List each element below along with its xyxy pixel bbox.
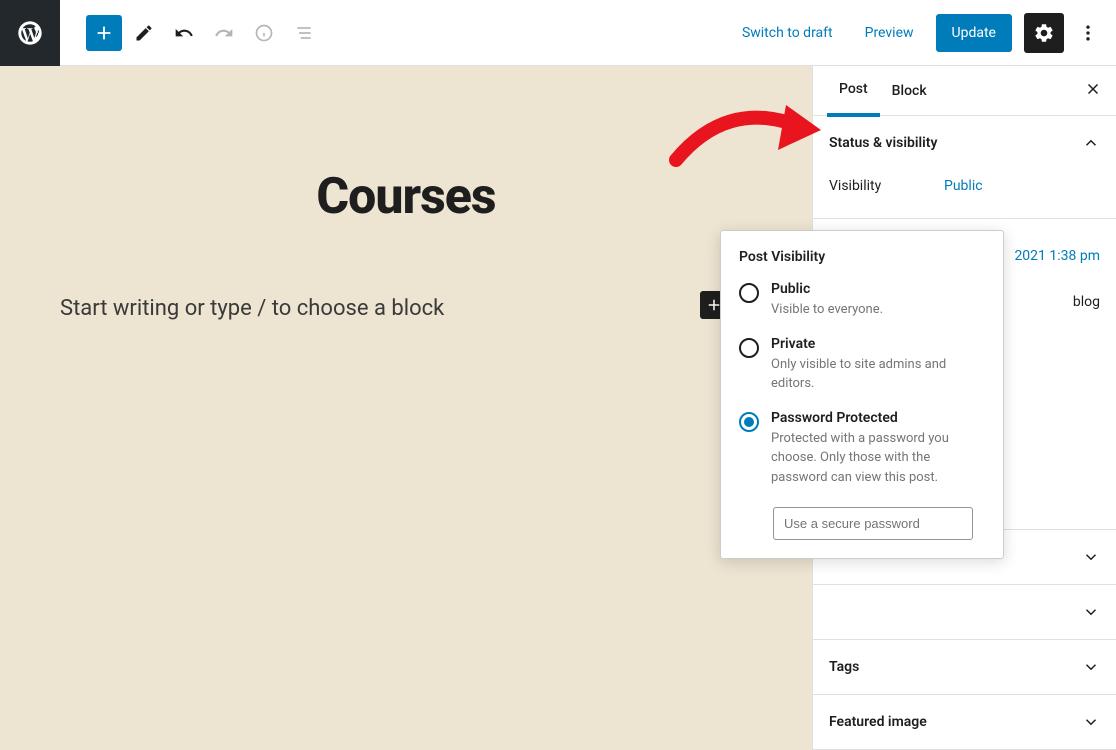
radio-public[interactable]: [739, 283, 759, 303]
tab-post[interactable]: Post: [827, 66, 880, 117]
option-desc: Only visible to site admins and editors.: [771, 355, 985, 394]
panel-title: Featured image: [829, 714, 927, 730]
option-label: Private: [771, 336, 985, 352]
visibility-option-private[interactable]: Private Only visible to site admins and …: [739, 336, 985, 394]
status-visibility-header[interactable]: Status & visibility: [813, 116, 1116, 170]
visibility-value[interactable]: Public: [944, 178, 983, 194]
tags-panel-header[interactable]: Tags: [813, 640, 1116, 694]
option-label: Password Protected: [771, 410, 985, 426]
close-sidebar-button[interactable]: [1084, 80, 1102, 102]
chevron-down-icon: [1082, 713, 1100, 731]
editor-canvas[interactable]: Courses Start writing or type / to choos…: [0, 66, 812, 750]
add-block-button[interactable]: [86, 15, 122, 51]
redo-icon: [206, 15, 242, 51]
top-toolbar: Switch to draft Preview Update: [0, 0, 1116, 66]
visibility-option-password[interactable]: Password Protected Protected with a pass…: [739, 410, 985, 488]
visibility-option-public[interactable]: Public Visible to everyone.: [739, 281, 985, 320]
radio-password-protected[interactable]: [739, 412, 759, 432]
update-button[interactable]: Update: [936, 14, 1012, 52]
panel-title: Status & visibility: [829, 135, 937, 151]
publish-date-value[interactable]: 2021 1:38 pm: [1014, 248, 1100, 264]
undo-icon[interactable]: [166, 15, 202, 51]
popover-title: Post Visibility: [739, 249, 985, 265]
option-desc: Protected with a password you choose. On…: [771, 429, 985, 488]
status-visibility-panel: Status & visibility Visibility Public: [813, 116, 1116, 219]
tab-block[interactable]: Block: [880, 67, 939, 115]
panel-title: Tags: [829, 659, 859, 675]
featured-image-panel-header[interactable]: Featured image: [813, 695, 1116, 749]
password-input[interactable]: [773, 507, 973, 540]
option-label: Public: [771, 281, 985, 297]
chevron-up-icon: [1082, 134, 1100, 152]
post-visibility-popover: Post Visibility Public Visible to everyo…: [720, 230, 1004, 559]
outline-icon[interactable]: [286, 15, 322, 51]
visibility-label: Visibility: [829, 178, 944, 194]
chevron-down-icon: [1082, 658, 1100, 676]
page-title[interactable]: Courses: [60, 168, 752, 226]
wordpress-logo[interactable]: [0, 0, 60, 66]
more-options-button[interactable]: [1076, 15, 1100, 51]
post-format-value: blog: [1073, 294, 1100, 310]
info-icon[interactable]: [246, 15, 282, 51]
block-placeholder[interactable]: Start writing or type / to choose a bloc…: [60, 296, 752, 321]
chevron-down-icon: [1082, 548, 1100, 566]
preview-button[interactable]: Preview: [855, 17, 924, 49]
edit-icon[interactable]: [126, 15, 162, 51]
option-desc: Visible to everyone.: [771, 300, 985, 320]
panel-collapsed-2[interactable]: [813, 585, 1116, 639]
settings-button[interactable]: [1024, 13, 1064, 53]
radio-private[interactable]: [739, 338, 759, 358]
chevron-down-icon: [1082, 603, 1100, 621]
switch-to-draft-button[interactable]: Switch to draft: [732, 17, 843, 49]
